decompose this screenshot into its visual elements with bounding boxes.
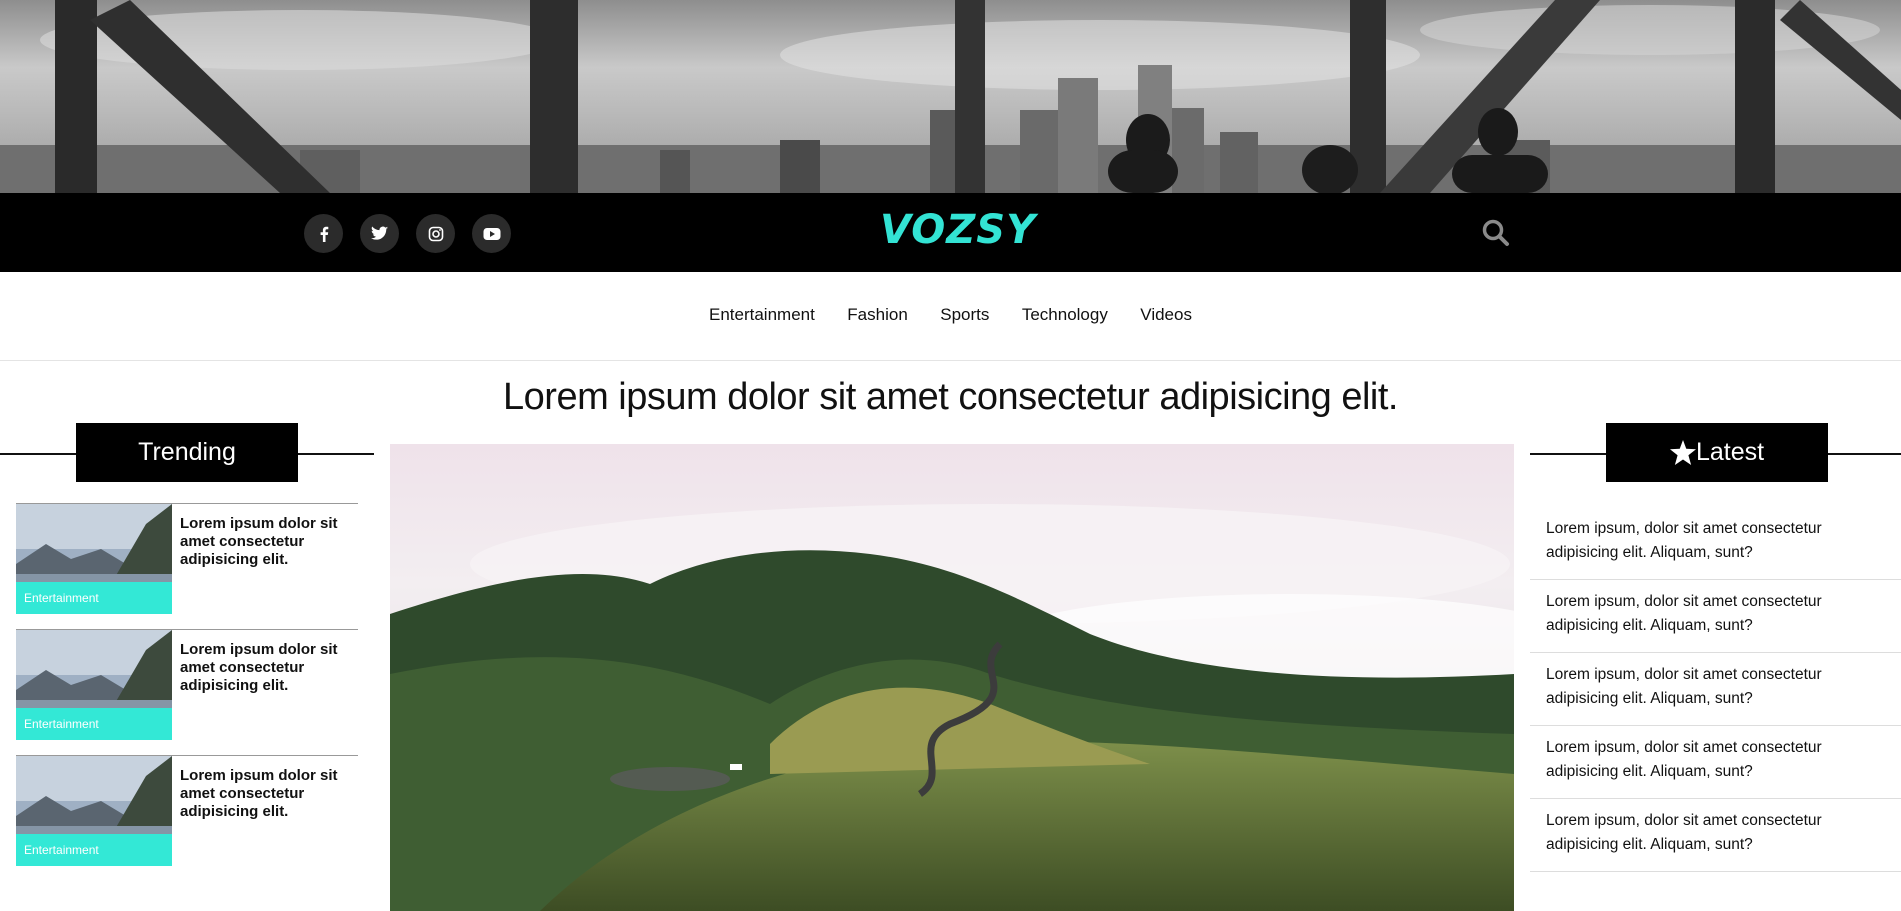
- twitter-icon[interactable]: [360, 214, 399, 253]
- nav-item-sports[interactable]: Sports: [940, 305, 989, 325]
- latest-item-text[interactable]: Lorem ipsum, dolor sit amet consectetur …: [1546, 809, 1896, 857]
- latest-item[interactable]: Lorem ipsum, dolor sit amet consectetur …: [1530, 580, 1901, 653]
- trending-tag[interactable]: Entertainment: [16, 582, 172, 614]
- nav-item-videos[interactable]: Videos: [1140, 305, 1192, 325]
- trending-thumbnail[interactable]: Entertainment: [16, 504, 172, 614]
- latest-item-text[interactable]: Lorem ipsum, dolor sit amet consectetur …: [1546, 590, 1896, 638]
- trending-tag[interactable]: Entertainment: [16, 708, 172, 740]
- youtube-icon[interactable]: [472, 214, 511, 253]
- instagram-icon[interactable]: [416, 214, 455, 253]
- trending-thumbnail[interactable]: Entertainment: [16, 756, 172, 866]
- trending-thumbnail[interactable]: Entertainment: [16, 630, 172, 740]
- search-icon[interactable]: [1480, 217, 1512, 249]
- trending-card[interactable]: Entertainment Lorem ipsum dolor sit amet…: [16, 755, 358, 881]
- site-logo[interactable]: VOZSY: [880, 207, 1035, 253]
- header-bar: VOZSY: [0, 193, 1901, 272]
- star-icon: [1669, 440, 1696, 465]
- nav-item-fashion[interactable]: Fashion: [847, 305, 907, 325]
- page-headline[interactable]: Lorem ipsum dolor sit amet consectetur a…: [0, 376, 1901, 419]
- latest-item-text[interactable]: Lorem ipsum, dolor sit amet consectetur …: [1546, 517, 1896, 565]
- latest-item[interactable]: Lorem ipsum, dolor sit amet consectetur …: [1530, 507, 1901, 580]
- facebook-icon[interactable]: [304, 214, 343, 253]
- nav-item-technology[interactable]: Technology: [1022, 305, 1108, 325]
- latest-title: Latest: [1606, 423, 1828, 482]
- latest-item[interactable]: Lorem ipsum, dolor sit amet consectetur …: [1530, 653, 1901, 726]
- trending-card[interactable]: Entertainment Lorem ipsum dolor sit amet…: [16, 503, 358, 629]
- latest-title-label: Latest: [1695, 438, 1765, 466]
- nav-item-entertainment[interactable]: Entertainment: [709, 305, 815, 325]
- trending-headline[interactable]: Lorem ipsum dolor sit amet consectetur a…: [180, 515, 356, 569]
- trending-title: Trending: [76, 423, 298, 482]
- trending-card[interactable]: Entertainment Lorem ipsum dolor sit amet…: [16, 629, 358, 755]
- latest-item[interactable]: Lorem ipsum, dolor sit amet consectetur …: [1530, 726, 1901, 799]
- main-nav: Entertainment Fashion Sports Technology …: [0, 272, 1901, 361]
- latest-item-text[interactable]: Lorem ipsum, dolor sit amet consectetur …: [1546, 736, 1896, 784]
- latest-item-text[interactable]: Lorem ipsum, dolor sit amet consectetur …: [1546, 663, 1896, 711]
- latest-item[interactable]: Lorem ipsum, dolor sit amet consectetur …: [1530, 799, 1901, 872]
- hero-banner-image: [0, 0, 1901, 193]
- trending-tag[interactable]: Entertainment: [16, 834, 172, 866]
- trending-headline[interactable]: Lorem ipsum dolor sit amet consectetur a…: [180, 641, 356, 695]
- trending-title-label: Trending: [138, 438, 236, 466]
- featured-article-image[interactable]: [390, 444, 1514, 911]
- trending-headline[interactable]: Lorem ipsum dolor sit amet consectetur a…: [180, 767, 356, 821]
